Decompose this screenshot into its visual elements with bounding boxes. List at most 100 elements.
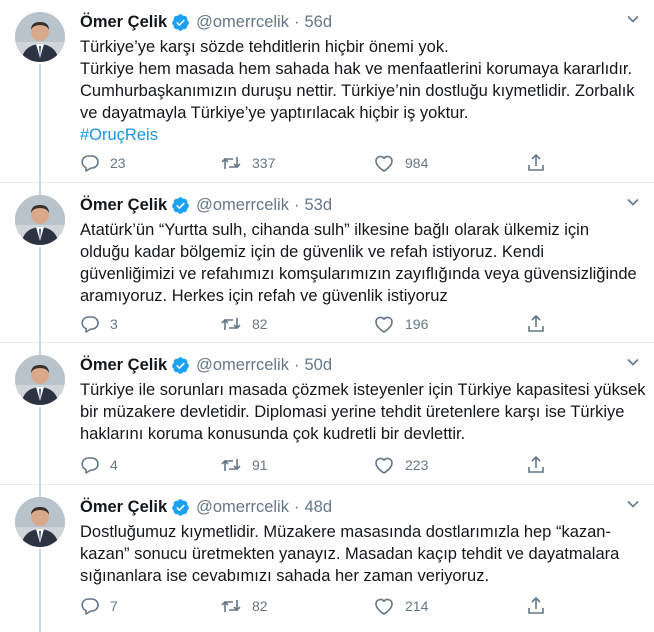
tweet-text: Atatürk’ün “Yurtta sulh, cihanda sulh” i… — [80, 219, 640, 307]
like-button[interactable]: 984 — [373, 152, 428, 174]
tweet-text-line: Türkiye’ye karşı sözde tehditlerin hiçbi… — [80, 38, 449, 56]
thread-line — [39, 485, 41, 497]
reply-button[interactable]: 3 — [80, 313, 118, 335]
avatar[interactable] — [15, 497, 65, 547]
author-name[interactable]: Ömer Çelik — [80, 13, 167, 32]
retweet-button[interactable]: 82 — [220, 595, 268, 617]
tweet-text: Türkiye’ye karşı sözde tehditlerin hiçbi… — [80, 36, 640, 146]
tweet-actions: 3 82 196 — [80, 313, 560, 335]
share-button[interactable] — [526, 313, 546, 335]
share-button[interactable] — [526, 454, 546, 476]
caret-down-icon[interactable] — [626, 497, 640, 516]
hashtag-link[interactable]: #OruçReis — [80, 124, 640, 146]
retweet-button[interactable]: 91 — [220, 454, 268, 476]
tweet[interactable]: Ömer Çelik @omerrcelik · 56d Türkiye’ye … — [0, 0, 654, 183]
tweet-text-line: Türkiye hem masada hem sahada hak ve men… — [80, 60, 633, 78]
share-button[interactable] — [526, 152, 546, 174]
tweet-header: Ömer Çelik @omerrcelik · 53d — [80, 193, 332, 217]
reply-button[interactable]: 4 — [80, 454, 118, 476]
tweet-text-line: aramıyoruz. Herkes için refah ve güvenli… — [80, 287, 448, 305]
reply-button[interactable]: 7 — [80, 595, 118, 617]
separator-dot: · — [293, 497, 300, 516]
tweet-actions: 7 82 214 — [80, 595, 560, 617]
reply-icon — [80, 596, 100, 616]
author-name[interactable]: Ömer Çelik — [80, 356, 167, 375]
share-icon — [526, 314, 546, 334]
like-count: 214 — [405, 598, 429, 614]
tweet[interactable]: Ömer Çelik @omerrcelik · 48d Dostluğumuz… — [0, 485, 654, 632]
retweet-count: 82 — [252, 316, 268, 332]
tweet-actions: 4 91 223 — [80, 454, 560, 476]
caret-down-icon[interactable] — [626, 195, 640, 214]
like-count: 984 — [405, 155, 429, 171]
reply-count: 7 — [110, 598, 118, 614]
reply-count: 3 — [110, 316, 118, 332]
tweet-actions: 23 337 984 — [80, 152, 560, 174]
tweet-text-line: Cumhurbaşkanımızın duruşu nettir. Türkiy… — [80, 82, 635, 100]
tweet-time[interactable]: 50d — [304, 356, 332, 375]
reply-button[interactable]: 23 — [80, 152, 126, 174]
reply-icon — [80, 455, 100, 475]
caret-down-icon[interactable] — [626, 12, 640, 31]
share-button[interactable] — [526, 595, 546, 617]
retweet-count: 337 — [252, 155, 276, 171]
share-icon — [526, 596, 546, 616]
author-handle[interactable]: @omerrcelik — [196, 13, 289, 32]
tweet-header: Ömer Çelik @omerrcelik · 48d — [80, 495, 332, 519]
retweet-count: 82 — [252, 598, 268, 614]
tweet-text-line: ve dayatmayla Türkiye’ye yaptırılacak hi… — [80, 104, 469, 122]
like-button[interactable]: 223 — [373, 454, 428, 476]
retweet-icon — [220, 455, 242, 475]
thread-line — [39, 407, 41, 485]
tweet-text-line: Dostluğumuz kıymetlidir. Müzakere masası… — [80, 523, 611, 541]
tweet-feed: Ömer Çelik @omerrcelik · 56d Türkiye’ye … — [0, 0, 654, 632]
tweet-header: Ömer Çelik @omerrcelik · 50d — [80, 353, 332, 377]
share-icon — [526, 153, 546, 173]
author-name[interactable]: Ömer Çelik — [80, 196, 167, 215]
like-icon — [373, 153, 395, 173]
thread-line — [39, 64, 41, 183]
avatar[interactable] — [15, 355, 65, 405]
retweet-count: 91 — [252, 457, 268, 473]
like-count: 196 — [405, 316, 429, 332]
like-button[interactable]: 196 — [373, 313, 428, 335]
thread-line — [39, 549, 41, 632]
tweet-time[interactable]: 53d — [304, 196, 332, 215]
like-icon — [373, 455, 395, 475]
author-handle[interactable]: @omerrcelik — [196, 356, 289, 375]
separator-dot: · — [293, 195, 300, 214]
author-name[interactable]: Ömer Çelik — [80, 498, 167, 517]
thread-line — [39, 183, 41, 195]
author-handle[interactable]: @omerrcelik — [196, 196, 289, 215]
tweet-time[interactable]: 56d — [304, 13, 332, 32]
reply-count: 4 — [110, 457, 118, 473]
tweet-header: Ömer Çelik @omerrcelik · 56d — [80, 10, 332, 34]
reply-count: 23 — [110, 155, 126, 171]
tweet-text-line: Atatürk’ün “Yurtta sulh, cihanda sulh” i… — [80, 221, 590, 239]
reply-icon — [80, 314, 100, 334]
tweet[interactable]: Ömer Çelik @omerrcelik · 53d Atatürk’ün … — [0, 183, 654, 343]
retweet-button[interactable]: 337 — [220, 152, 275, 174]
tweet-text-line: bir müzakere devletidir. Diplomasi yerin… — [80, 403, 625, 421]
retweet-icon — [220, 314, 242, 334]
separator-dot: · — [293, 12, 300, 31]
tweet-text-line: haklarını koruma konusunda çok kudretli … — [80, 425, 466, 443]
tweet-text-line: kazan” sonucu üretmekten yanayız. Masada… — [80, 545, 620, 563]
tweet-text-line: olduğu kadar bölgemiz için de güvenlik v… — [80, 243, 545, 261]
thread-line — [39, 247, 41, 343]
tweet[interactable]: Ömer Çelik @omerrcelik · 50d Türkiye ile… — [0, 343, 654, 485]
reply-icon — [80, 153, 100, 173]
avatar[interactable] — [15, 12, 65, 62]
tweet-text: Dostluğumuz kıymetlidir. Müzakere masası… — [80, 521, 640, 587]
separator-dot: · — [293, 355, 300, 374]
retweet-button[interactable]: 82 — [220, 313, 268, 335]
avatar[interactable] — [15, 195, 65, 245]
tweet-text-line: Türkiye ile sorunları masada çözmek iste… — [80, 381, 646, 399]
verified-badge-icon — [171, 498, 190, 517]
verified-badge-icon — [171, 356, 190, 375]
like-button[interactable]: 214 — [373, 595, 428, 617]
caret-down-icon[interactable] — [626, 355, 640, 374]
like-icon — [373, 596, 395, 616]
tweet-time[interactable]: 48d — [304, 498, 332, 517]
author-handle[interactable]: @omerrcelik — [196, 498, 289, 517]
